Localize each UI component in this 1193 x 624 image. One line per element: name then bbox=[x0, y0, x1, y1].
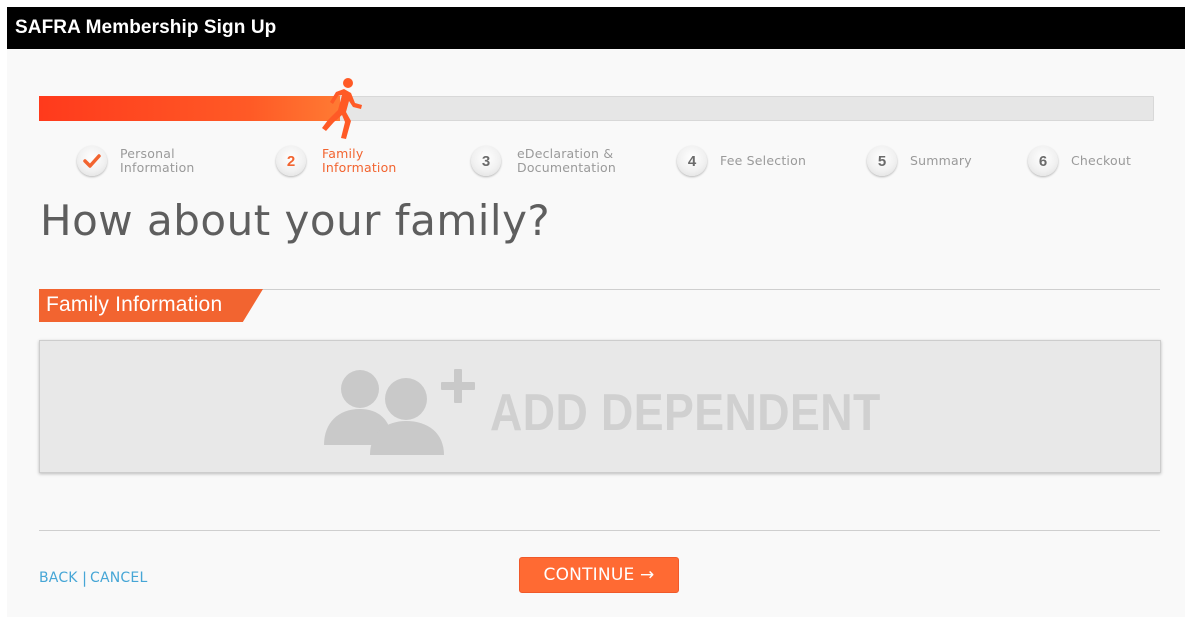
progress-fill bbox=[39, 96, 340, 121]
add-dependent-button[interactable]: ADD DEPENDENT bbox=[39, 340, 1161, 473]
link-separator: | bbox=[82, 569, 88, 587]
add-dependent-label: ADD DEPENDENT bbox=[490, 384, 881, 442]
continue-button[interactable]: CONTINUE → bbox=[519, 557, 679, 593]
step-circle bbox=[77, 146, 107, 176]
step-label: eDeclaration & Documentation bbox=[517, 146, 616, 175]
step-edeclaration-documentation: 3 eDeclaration & Documentation bbox=[471, 145, 616, 177]
section-title: Family Information bbox=[46, 293, 223, 316]
runner-icon bbox=[322, 78, 362, 139]
step-label: Personal Information bbox=[120, 146, 195, 175]
step-label: Checkout bbox=[1071, 153, 1132, 168]
checkmark-icon bbox=[83, 154, 101, 168]
step-fee-selection: 4 Fee Selection bbox=[677, 145, 806, 177]
step-number: 3 bbox=[471, 146, 501, 176]
step-personal-information: Personal Information bbox=[77, 145, 195, 177]
step-label: Summary bbox=[910, 153, 972, 168]
step-checkout: 6 Checkout bbox=[1028, 145, 1131, 177]
step-number: 6 bbox=[1028, 146, 1058, 176]
window-title: SAFRA Membership Sign Up bbox=[15, 17, 277, 38]
step-label: Family Information bbox=[322, 146, 397, 175]
step-label: Fee Selection bbox=[720, 153, 807, 168]
title-bar: SAFRA Membership Sign Up bbox=[7, 7, 1185, 49]
step-summary: 5 Summary bbox=[867, 145, 972, 177]
back-link[interactable]: BACK bbox=[39, 570, 78, 586]
divider-bottom bbox=[39, 530, 1160, 531]
section-tab-family-information: Family Information bbox=[39, 289, 263, 322]
cancel-link[interactable]: CANCEL bbox=[90, 570, 147, 586]
add-users-icon bbox=[324, 369, 475, 455]
step-number: 5 bbox=[867, 146, 897, 176]
page-heading: How about your family? bbox=[40, 196, 551, 245]
step-number: 2 bbox=[276, 146, 306, 176]
step-number: 4 bbox=[677, 146, 707, 176]
step-family-information: 2 Family Information bbox=[276, 145, 397, 177]
